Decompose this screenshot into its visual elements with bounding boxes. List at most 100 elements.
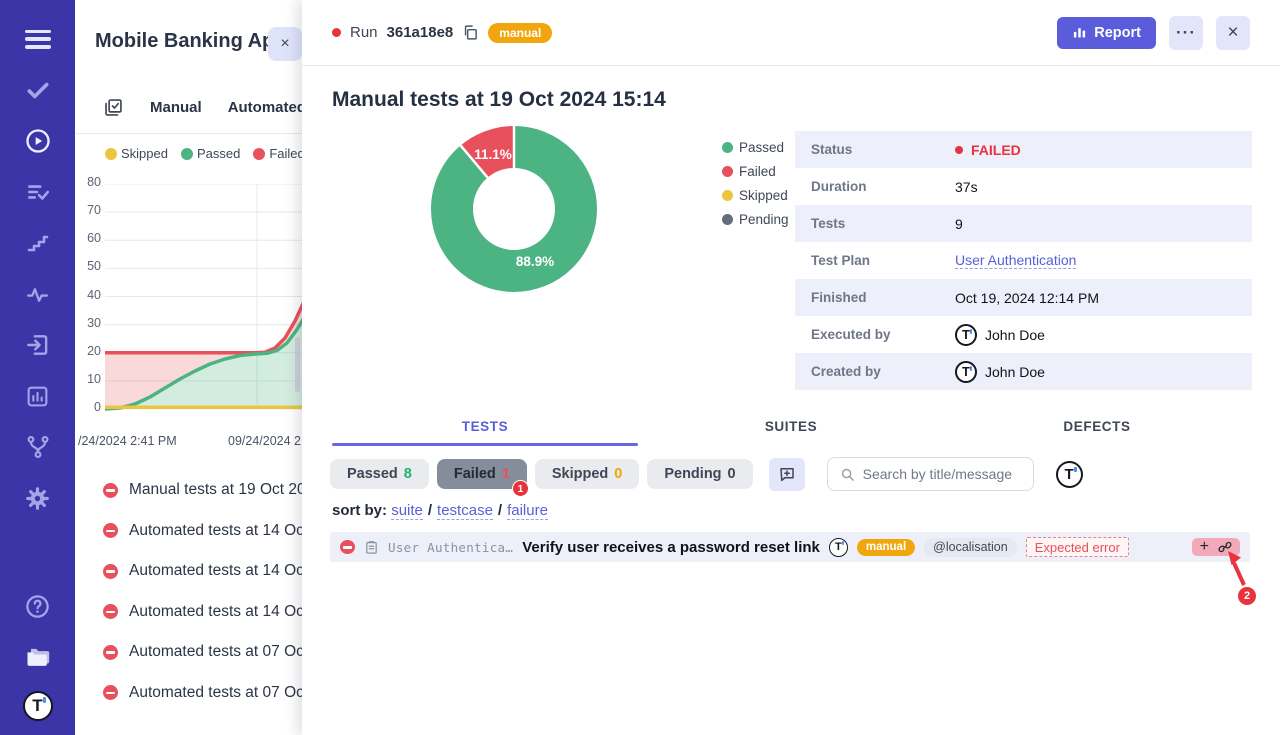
more-button[interactable]: ···	[1169, 16, 1203, 50]
brand-logo[interactable]: T	[23, 691, 53, 721]
run-type-badge: manual	[488, 23, 552, 43]
test-plan-link[interactable]: User Authentication	[955, 252, 1076, 269]
sort-row: sort by: suite/testcase/failure	[332, 502, 1250, 519]
failed-status-icon	[103, 523, 118, 538]
app-sidebar: T	[0, 0, 75, 735]
pulse-icon[interactable]	[21, 277, 55, 311]
donut-failed-label: 11.1%	[474, 147, 512, 162]
test-result-row[interactable]: User Authentica… Verify user receives a …	[330, 532, 1250, 562]
tab-suites[interactable]: SUITES	[638, 410, 944, 446]
filter-passed[interactable]: Passed8	[330, 459, 429, 489]
comment-button[interactable]	[769, 458, 805, 491]
sort-by-testcase[interactable]: testcase	[437, 502, 493, 520]
detail-row-duration: Duration 37s	[795, 168, 1252, 205]
copy-icon[interactable]	[462, 24, 479, 41]
link-icon[interactable]	[1218, 540, 1232, 554]
assignee-avatar: T	[829, 538, 848, 557]
y-tick: 50	[75, 259, 101, 273]
trend-chart-legend: Skipped Passed Failed	[105, 146, 302, 161]
play-circle-icon[interactable]	[21, 124, 55, 158]
detail-row-status: Status FAILED	[795, 131, 1252, 168]
y-tick: 20	[75, 344, 101, 358]
donut-passed-label: 88.9%	[516, 254, 554, 269]
runs-list: Manual tests at 19 Oct 2024 Automated te…	[75, 470, 302, 713]
report-chart-icon	[1072, 25, 1087, 40]
search-icon	[840, 467, 855, 482]
sort-by-suite[interactable]: suite	[391, 502, 423, 520]
run-id: 361a18e8	[387, 24, 454, 41]
donut-legend: Passed Failed Skipped Pending	[722, 140, 789, 227]
tab-tests[interactable]: TESTS	[332, 410, 638, 446]
tab-manual[interactable]: Manual	[150, 99, 202, 116]
menu-icon[interactable]	[21, 22, 55, 56]
user-avatar[interactable]: T	[1056, 461, 1083, 488]
y-tick: 70	[75, 203, 101, 217]
close-run-button[interactable]: ×	[1216, 16, 1250, 50]
pending-dot	[722, 214, 733, 225]
run-list-item[interactable]: Automated tests at 14 Oct 2	[75, 551, 302, 592]
run-list-item[interactable]: Automated tests at 07 Oct 2	[75, 673, 302, 714]
detail-row-executed-by: Executed by TJohn Doe	[795, 316, 1252, 353]
run-summary: 11.1% 88.9% Passed Failed Skipped Pendin…	[302, 126, 1280, 398]
run-label: Run	[350, 24, 378, 41]
sort-by-failure[interactable]: failure	[507, 502, 548, 520]
divider	[75, 133, 302, 134]
suite-name[interactable]: User Authentica…	[388, 540, 513, 555]
search-box	[827, 457, 1034, 491]
failed-status-icon	[103, 483, 118, 498]
run-title: Manual tests at 19 Oct 2024 15:14	[332, 88, 1280, 112]
failed-dot	[722, 166, 733, 177]
error-message[interactable]: Expected error	[1026, 537, 1129, 557]
result-tabs: TESTS SUITES DEFECTS	[332, 410, 1250, 446]
trend-plot	[105, 184, 302, 412]
branches-icon[interactable]	[21, 430, 55, 464]
tab-defects[interactable]: DEFECTS	[944, 410, 1250, 446]
test-tag[interactable]: @localisation	[924, 538, 1017, 557]
failed-status-icon	[103, 645, 118, 660]
project-close-button[interactable]: ×	[268, 27, 302, 61]
run-list-item[interactable]: Automated tests at 14 Oct 2	[75, 592, 302, 633]
settings-gear-icon[interactable]	[21, 481, 55, 515]
projects-folder-icon[interactable]	[21, 640, 55, 674]
annotation-step-badge: 2	[1238, 587, 1256, 605]
passed-dot	[722, 142, 733, 153]
steps-icon[interactable]	[21, 226, 55, 260]
passed-dot	[181, 148, 193, 160]
failed-dot	[955, 146, 963, 154]
scrollbar-thumb[interactable]	[295, 337, 300, 392]
failed-dot	[253, 148, 265, 160]
trend-chart: Skipped Passed Failed 80 70 60 50 40 30 …	[75, 140, 302, 460]
runs-list-icon[interactable]	[21, 175, 55, 209]
run-detail-panel: Run 361a18e8 manual Report ··· × Manual …	[302, 0, 1280, 735]
filter-failed[interactable]: Failed11	[437, 459, 527, 489]
y-tick: 80	[75, 175, 101, 189]
comment-plus-icon	[778, 465, 796, 483]
avatar: T	[955, 361, 977, 383]
detail-row-finished: Finished Oct 19, 2024 12:14 PM	[795, 279, 1252, 316]
failed-status-icon	[103, 564, 118, 579]
checkbox-stack-icon[interactable]	[103, 97, 124, 118]
y-tick: 0	[75, 400, 101, 414]
filter-skipped[interactable]: Skipped0	[535, 459, 639, 489]
report-button[interactable]: Report	[1057, 17, 1156, 49]
x-tick: /24/2024 2:41 PM	[78, 434, 177, 448]
run-list-item[interactable]: Automated tests at 07 Oct 2	[75, 632, 302, 673]
detail-row-created-by: Created by TJohn Doe	[795, 353, 1252, 390]
failed-count-badge: 1	[512, 480, 529, 497]
run-list-item[interactable]: Automated tests at 14 Oct 2	[75, 511, 302, 552]
detail-row-tests: Tests 9	[795, 205, 1252, 242]
filter-pending[interactable]: Pending0	[647, 459, 752, 489]
run-status-dot	[332, 28, 341, 37]
add-button[interactable]: +	[1200, 539, 1209, 555]
analytics-icon[interactable]	[21, 379, 55, 413]
tab-automated[interactable]: Automated	[228, 99, 302, 116]
filter-row: Passed8 Failed11 Skipped0 Pending0 T	[330, 457, 1250, 491]
run-details-table: Status FAILED Duration 37s Tests 9 Test …	[795, 131, 1252, 390]
x-tick: 09/24/2024 2:54 PM	[228, 434, 302, 448]
help-icon[interactable]	[21, 589, 55, 623]
test-title[interactable]: Verify user receives a password reset li…	[522, 539, 820, 556]
run-list-item[interactable]: Manual tests at 19 Oct 2024	[75, 470, 302, 511]
check-icon[interactable]	[21, 73, 55, 107]
search-input[interactable]	[863, 466, 1021, 482]
sign-in-icon[interactable]	[21, 328, 55, 362]
